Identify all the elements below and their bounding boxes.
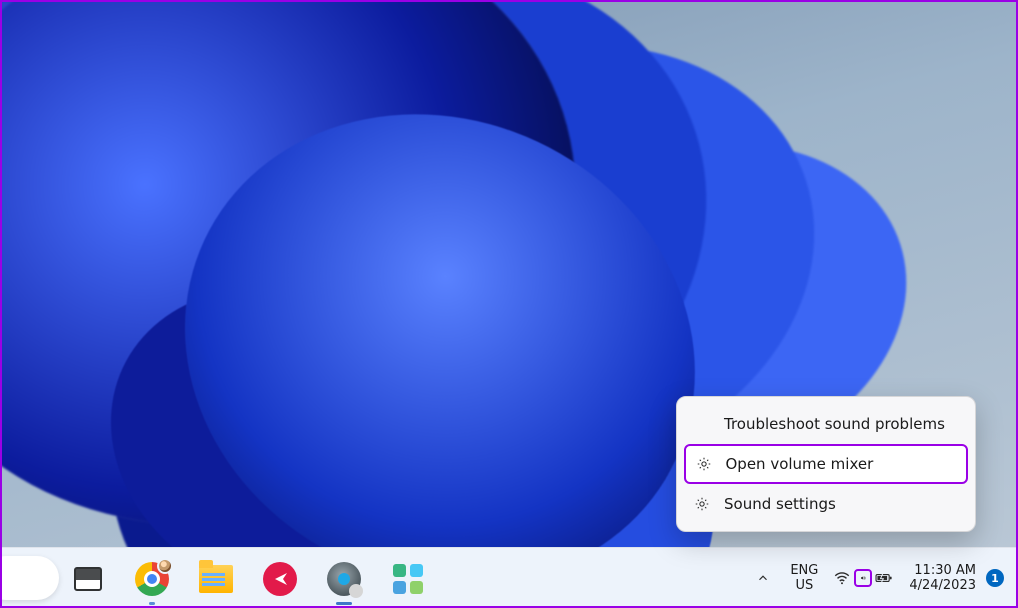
taskbar: ENG US 11:30 AM 4/24/2023 1 [0, 547, 1018, 608]
clock-date: 4/24/2023 [909, 578, 976, 593]
system-tray: ENG US 11:30 AM 4/24/2023 1 [747, 548, 1012, 608]
menu-item-open-volume-mixer[interactable]: Open volume mixer [684, 444, 968, 484]
clock-time: 11:30 AM [909, 563, 976, 578]
notification-center-button[interactable]: 1 [986, 569, 1004, 587]
volume-icon[interactable] [854, 569, 872, 587]
chevron-up-icon [756, 571, 770, 585]
desktop[interactable]: Troubleshoot sound problems Open volume … [0, 0, 1018, 608]
taskbar-pinned-apps [66, 548, 430, 608]
task-view-button[interactable] [66, 557, 110, 601]
menu-item-label: Sound settings [724, 495, 836, 513]
pinned-app-circle-button[interactable] [258, 557, 302, 601]
notification-count: 1 [991, 572, 999, 585]
menu-item-label: Troubleshoot sound problems [724, 415, 945, 433]
language-indicator[interactable]: ENG US [783, 563, 825, 593]
file-explorer-taskbar-button[interactable] [194, 557, 238, 601]
task-view-icon [74, 567, 102, 591]
settings-icon [327, 562, 361, 596]
sound-context-menu: Troubleshoot sound problems Open volume … [676, 396, 976, 532]
menu-item-troubleshoot-sound[interactable]: Troubleshoot sound problems [684, 404, 968, 444]
battery-icon [875, 569, 893, 587]
file-explorer-icon [199, 565, 233, 593]
profile-avatar-icon [157, 558, 173, 574]
wifi-icon [833, 569, 851, 587]
gear-icon [694, 496, 710, 512]
language-line1: ENG [783, 563, 825, 578]
language-line2: US [783, 578, 825, 593]
show-hidden-icons-button[interactable] [747, 558, 779, 598]
quick-settings-button[interactable] [829, 565, 897, 591]
pinned-app-grid-button[interactable] [386, 557, 430, 601]
gear-icon [696, 456, 712, 472]
chrome-taskbar-button[interactable] [130, 557, 174, 601]
clock[interactable]: 11:30 AM 4/24/2023 [909, 563, 976, 593]
menu-item-sound-settings[interactable]: Sound settings [684, 484, 968, 524]
send-icon [263, 562, 297, 596]
chrome-icon [135, 562, 169, 596]
menu-item-label: Open volume mixer [726, 455, 874, 473]
widgets-button[interactable] [0, 556, 59, 600]
settings-taskbar-button[interactable] [322, 557, 366, 601]
grid-app-icon [393, 564, 423, 594]
